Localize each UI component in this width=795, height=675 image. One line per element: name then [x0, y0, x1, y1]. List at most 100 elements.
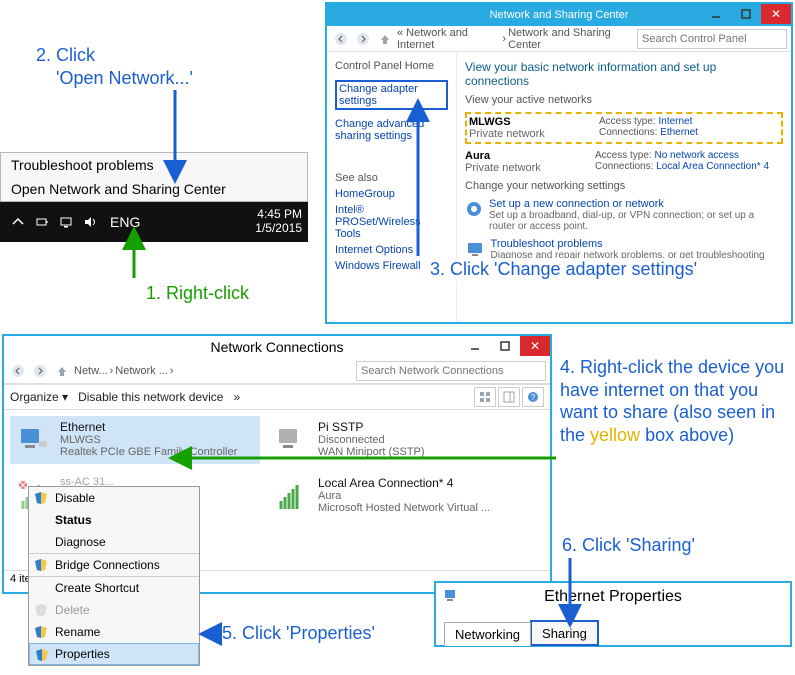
minimize-button[interactable]	[460, 336, 490, 356]
back-icon[interactable]	[331, 29, 351, 49]
ncp-title: Network and Sharing Center	[490, 9, 629, 21]
maximize-button[interactable]	[731, 4, 761, 24]
shield-icon	[34, 491, 48, 505]
access-val[interactable]: No network access	[654, 150, 738, 161]
ep-title: Ethernet Properties	[544, 588, 682, 606]
network-row-aura: Aura Private network Access type: No net…	[465, 150, 783, 174]
adapter-ethernet[interactable]: EthernetMLWGSRealtek PCIe GBE Family Con…	[10, 416, 260, 464]
adapter-status: Disconnected	[318, 434, 425, 446]
annotation-step4: 4. Right-click the device you have inter…	[560, 356, 790, 446]
ctx-rename[interactable]: Rename	[29, 621, 199, 643]
maximize-button[interactable]	[490, 336, 520, 356]
back-icon[interactable]	[8, 361, 28, 381]
tray-chevron-up-icon[interactable]	[9, 213, 27, 231]
ctx-status[interactable]: Status	[29, 509, 199, 531]
view-toggle-icon[interactable]	[474, 387, 496, 407]
annotation-step1: 1. Right-click	[146, 282, 249, 305]
change-settings-label: Change your networking settings	[465, 180, 783, 192]
taskbar-clock[interactable]: 4:45 PM 1/5/2015	[255, 208, 302, 236]
preview-pane-icon[interactable]	[498, 387, 520, 407]
link-intel-proset[interactable]: Intel® PROSet/Wireless Tools	[335, 204, 448, 240]
tab-networking[interactable]: Networking	[444, 622, 531, 646]
menu-open-nsc[interactable]: Open Network and Sharing Center	[1, 177, 307, 201]
ctx-label: Bridge Connections	[55, 558, 160, 572]
adapter-name: Ethernet	[60, 420, 237, 434]
adapter-name: Local Area Connection* 4	[318, 476, 490, 490]
adapter-desc: Realtek PCIe GBE Family Controller	[60, 446, 237, 458]
close-button[interactable]: ✕	[520, 336, 550, 356]
close-button[interactable]: ✕	[761, 4, 791, 24]
ctx-create-shortcut[interactable]: Create Shortcut	[29, 576, 199, 599]
nc-search-input[interactable]	[356, 361, 546, 381]
annotation-step4-end: box above)	[640, 425, 734, 445]
network-icon[interactable]	[57, 213, 75, 231]
net-name: MLWGS	[469, 116, 599, 128]
svg-text:?: ?	[531, 393, 536, 402]
adapter-local-area-4[interactable]: Local Area Connection* 4AuraMicrosoft Ho…	[268, 472, 518, 520]
up-icon[interactable]	[375, 29, 395, 49]
link-change-advanced-sharing[interactable]: Change advanced sharing settings	[335, 118, 448, 142]
adapter-status: Aura	[318, 490, 490, 502]
adapter-icon	[272, 476, 312, 516]
access-val[interactable]: Internet	[658, 116, 692, 127]
ctx-label: Disable	[55, 491, 95, 505]
adapter-pi-sstp[interactable]: Pi SSTPDisconnectedWAN Miniport (SSTP)	[268, 416, 518, 464]
menu-troubleshoot[interactable]: Troubleshoot problems	[1, 153, 307, 177]
disable-device-button[interactable]: Disable this network device	[78, 390, 223, 404]
minimize-button[interactable]	[701, 4, 731, 24]
ncp-address-bar: « Network and Internet › Network and Sha…	[327, 26, 791, 52]
toolbar-chevron-icon[interactable]: »	[233, 390, 240, 404]
link-internet-options[interactable]: Internet Options	[335, 244, 448, 256]
setup-title: Set up a new connection or network	[489, 198, 783, 210]
link-setup-connection[interactable]: Set up a new connection or networkSet up…	[465, 198, 783, 232]
conn-lbl: Connections:	[599, 127, 657, 138]
annotation-step2: 2. Click 'Open Network...'	[36, 44, 193, 89]
annotation-step6: 6. Click 'Sharing'	[562, 534, 695, 557]
volume-icon[interactable]	[81, 213, 99, 231]
ctx-bridge[interactable]: Bridge Connections	[29, 553, 199, 576]
ncp-titlebar[interactable]: Network and Sharing Center ✕	[327, 4, 791, 26]
ncp-breadcrumb[interactable]: « Network and Internet › Network and Sha…	[397, 27, 637, 51]
adapter-desc: WAN Miniport (SSTP)	[318, 446, 425, 458]
ncp-search-input[interactable]	[637, 29, 787, 49]
battery-icon[interactable]	[33, 213, 51, 231]
ep-titlebar[interactable]: Ethernet Properties	[436, 583, 790, 611]
forward-icon[interactable]	[353, 29, 373, 49]
conn-val[interactable]: Local Area Connection* 4	[656, 161, 769, 172]
conn-val[interactable]: Ethernet	[660, 127, 698, 138]
bc-part: Netw...	[74, 365, 108, 377]
tab-sharing[interactable]: Sharing	[531, 621, 598, 645]
ctx-disable[interactable]: Disable	[29, 487, 199, 509]
seealso-label: See also	[335, 172, 448, 184]
organize-button[interactable]: Organize ▾	[10, 390, 68, 404]
help-icon[interactable]: ?	[522, 387, 544, 407]
nc-breadcrumb[interactable]: Netw... › Network ... ›	[74, 365, 356, 377]
adapter-name: Pi SSTP	[318, 420, 425, 434]
sidebar-home[interactable]: Control Panel Home	[335, 60, 448, 72]
nc-titlebar[interactable]: Network Connections ✕	[4, 336, 550, 358]
ctx-properties[interactable]: Properties	[29, 643, 199, 665]
annotation-step3: 3. Click 'Change adapter settings'	[430, 258, 697, 281]
bc-part: Network ...	[115, 365, 168, 377]
net-type: Private network	[465, 162, 595, 174]
language-indicator[interactable]: ENG	[110, 214, 140, 230]
ncp-sidebar: Control Panel Home Change adapter settin…	[327, 52, 457, 322]
net-name: Aura	[465, 150, 595, 162]
troubleshoot-icon	[465, 238, 485, 260]
ep-icon	[444, 587, 460, 608]
setup-desc: Set up a broadband, dial-up, or VPN conn…	[489, 210, 783, 232]
adapter-icon	[272, 420, 312, 460]
conn-lbl: Connections:	[595, 161, 653, 172]
shield-icon	[35, 648, 49, 662]
annotation-step4-yellow: yellow	[590, 425, 640, 445]
windows-taskbar: ENG 4:45 PM 1/5/2015	[0, 202, 308, 242]
adapter-icon	[14, 420, 54, 460]
forward-icon[interactable]	[30, 361, 50, 381]
link-change-adapter-settings[interactable]: Change adapter settings	[335, 80, 448, 110]
ctx-delete: Delete	[29, 599, 199, 621]
ctx-diagnose[interactable]: Diagnose	[29, 531, 199, 553]
access-lbl: Access type:	[595, 150, 652, 161]
up-icon[interactable]	[52, 361, 72, 381]
trouble-title: Troubleshoot problems	[491, 238, 783, 250]
link-homegroup[interactable]: HomeGroup	[335, 188, 448, 200]
